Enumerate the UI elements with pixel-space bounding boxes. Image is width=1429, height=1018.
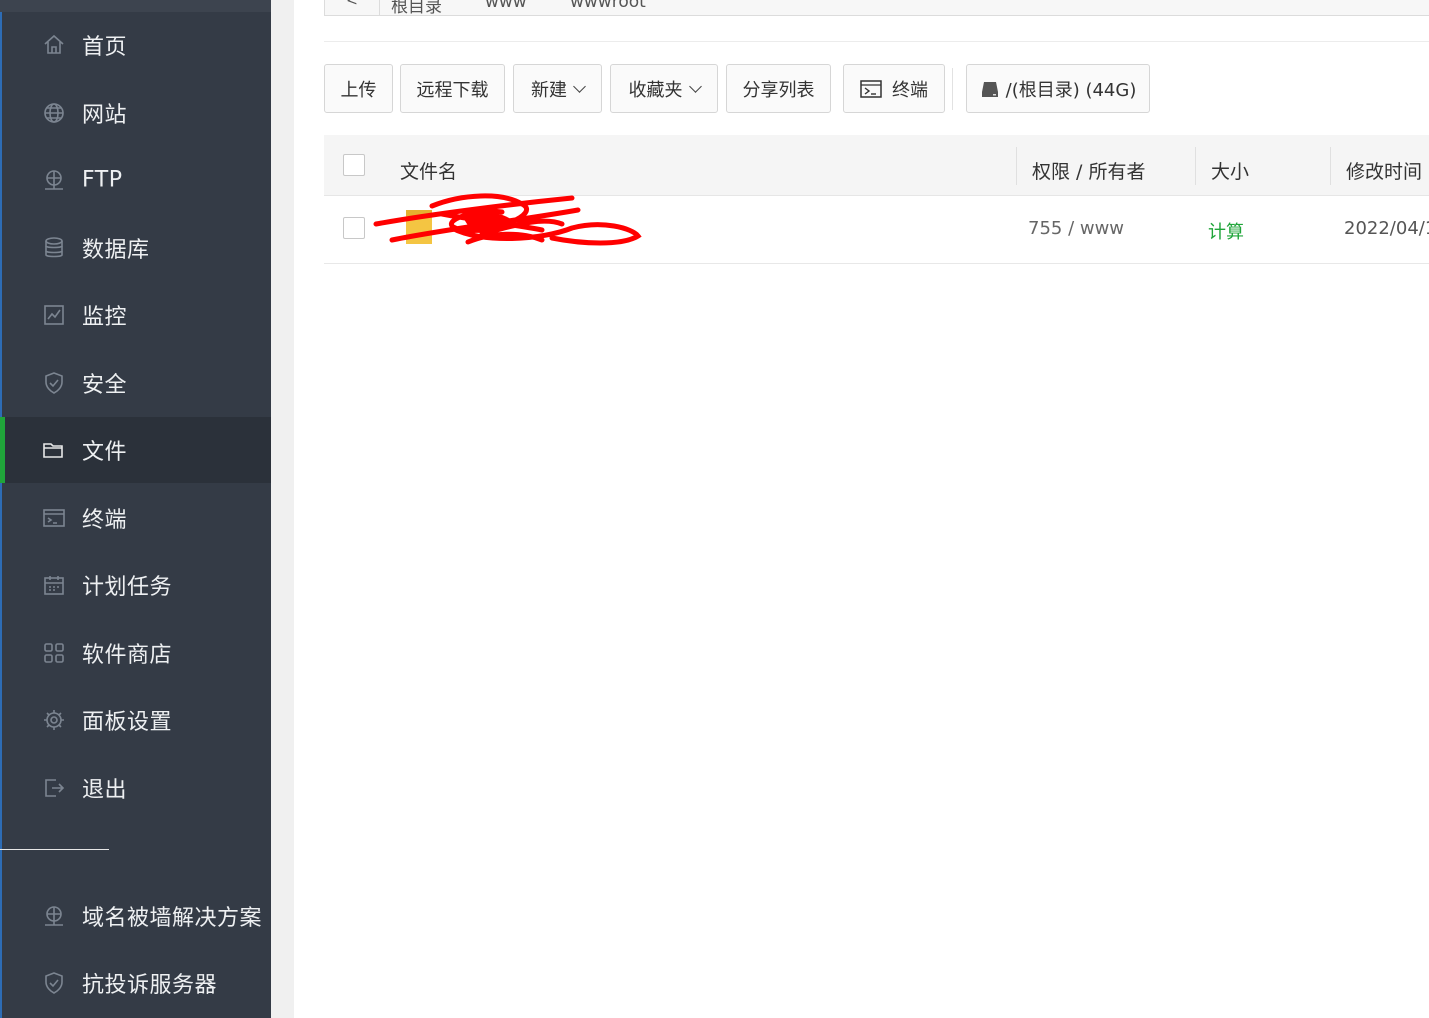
sidebar-item-label: 软件商店 <box>82 643 173 668</box>
divider <box>324 41 1429 42</box>
sidebar-item-cron[interactable]: 计划任务 <box>0 552 271 618</box>
file-manager: < 根目录 www wwwroot 上传 远程下载 新建 收藏夹 分享列表 终端… <box>294 0 1429 1018</box>
disk-icon <box>980 80 1000 98</box>
sidebar-item-label: 网站 <box>82 103 128 128</box>
sidebar-item-label: 面板设置 <box>82 710 173 735</box>
sidebar: 首页 网站 FTP 数据库 监控 安全 文件 终端 计划任务 软件商店 面板设置 <box>0 0 271 1018</box>
shield-icon <box>41 970 67 996</box>
redaction-scribble <box>373 193 642 246</box>
new-dropdown-button[interactable]: 新建 <box>513 64 602 113</box>
sidebar-item-label: FTP <box>82 167 123 193</box>
globe-user-icon <box>41 903 67 929</box>
apps-icon <box>41 640 67 666</box>
row-checkbox[interactable] <box>343 217 365 239</box>
sidebar-item-logout[interactable]: 退出 <box>0 755 271 821</box>
favorites-dropdown-button[interactable]: 收藏夹 <box>610 64 718 113</box>
disk-button[interactable]: /(根目录) (44G) <box>966 64 1150 113</box>
sidebar-item-anti-complaint[interactable]: 抗投诉服务器 <box>0 950 271 1016</box>
sidebar-item-security[interactable]: 安全 <box>0 350 271 416</box>
back-button[interactable]: < <box>325 0 380 15</box>
disk-label: /(根目录) (44G) <box>1005 79 1137 101</box>
sidebar-item-label: 文件 <box>82 440 128 465</box>
chevron-down-icon <box>573 79 586 93</box>
modified-time: 2022/04/1 <box>1344 218 1429 239</box>
breadcrumb-item[interactable]: 根目录 <box>391 0 442 17</box>
sidebar-item-monitor[interactable]: 监控 <box>0 282 271 348</box>
logout-icon <box>41 775 67 801</box>
column-header-permission[interactable]: 权限 / 所有者 <box>1032 157 1145 184</box>
select-all-checkbox[interactable] <box>343 154 365 176</box>
sidebar-item-terminal[interactable]: 终端 <box>0 485 271 551</box>
sidebar-item-app-store[interactable]: 软件商店 <box>0 620 271 686</box>
sidebar-item-label: 数据库 <box>82 238 150 263</box>
sidebar-item-label: 域名被墙解决方案 <box>82 906 263 931</box>
sidebar-item-label: 终端 <box>82 508 128 533</box>
column-separator <box>1016 147 1017 185</box>
sidebar-item-website[interactable]: 网站 <box>0 80 271 146</box>
column-header-name[interactable]: 文件名 <box>400 157 457 184</box>
column-header-mtime[interactable]: 修改时间 <box>1346 157 1422 184</box>
shield-icon <box>41 370 67 396</box>
database-icon <box>41 235 67 261</box>
calendar-icon <box>41 572 67 598</box>
calculate-size-link[interactable]: 计算 <box>1208 218 1244 244</box>
sidebar-item-domain-blocked[interactable]: 域名被墙解决方案 <box>0 883 271 949</box>
table-row[interactable]: 755 / www 计算 2022/04/1 <box>324 193 1429 264</box>
terminal-icon <box>41 505 67 531</box>
upload-button[interactable]: 上传 <box>324 64 393 113</box>
ftp-icon <box>41 167 67 193</box>
sidebar-item-label: 退出 <box>82 778 128 803</box>
path-bar[interactable]: < 根目录 www wwwroot <box>324 0 1429 17</box>
breadcrumb-item[interactable]: wwwroot <box>570 0 646 12</box>
sidebar-divider <box>0 849 109 850</box>
upload-label: 上传 <box>340 79 377 101</box>
sidebar-item-label: 抗投诉服务器 <box>82 973 218 998</box>
permission-owner[interactable]: 755 / www <box>1028 218 1124 239</box>
gear-icon <box>41 707 67 733</box>
column-separator <box>1195 147 1196 185</box>
new-label: 新建 <box>531 79 567 101</box>
toolbar-separator <box>952 68 953 110</box>
content-gutter <box>271 0 294 1018</box>
breadcrumb-item[interactable]: www <box>485 0 527 12</box>
sidebar-item-settings[interactable]: 面板设置 <box>0 687 271 753</box>
sidebar-item-label: 首页 <box>82 35 128 60</box>
remote-download-button[interactable]: 远程下载 <box>400 64 505 113</box>
sidebar-item-database[interactable]: 数据库 <box>0 215 271 281</box>
column-separator <box>1330 147 1331 185</box>
folder-icon <box>41 437 67 463</box>
sidebar-item-files[interactable]: 文件 <box>0 417 271 483</box>
share-list-button[interactable]: 分享列表 <box>726 64 831 113</box>
sidebar-item-home[interactable]: 首页 <box>0 12 271 78</box>
sidebar-top-strip <box>0 0 271 12</box>
monitor-icon <box>41 302 67 328</box>
terminal-button[interactable]: 终端 <box>843 64 945 113</box>
globe-icon <box>41 100 67 126</box>
column-header-size[interactable]: 大小 <box>1211 157 1249 184</box>
terminal-label: 终端 <box>892 79 928 101</box>
chevron-down-icon <box>688 79 702 93</box>
home-icon <box>41 32 67 58</box>
share-list-label: 分享列表 <box>742 79 815 101</box>
favorites-label: 收藏夹 <box>628 79 683 101</box>
sidebar-item-label: 安全 <box>82 373 128 398</box>
sidebar-item-ftp[interactable]: FTP <box>0 147 271 213</box>
terminal-icon <box>860 79 882 98</box>
sidebar-item-label: 监控 <box>82 305 128 330</box>
remote-download-label: 远程下载 <box>416 79 489 101</box>
sidebar-item-label: 计划任务 <box>82 575 173 600</box>
